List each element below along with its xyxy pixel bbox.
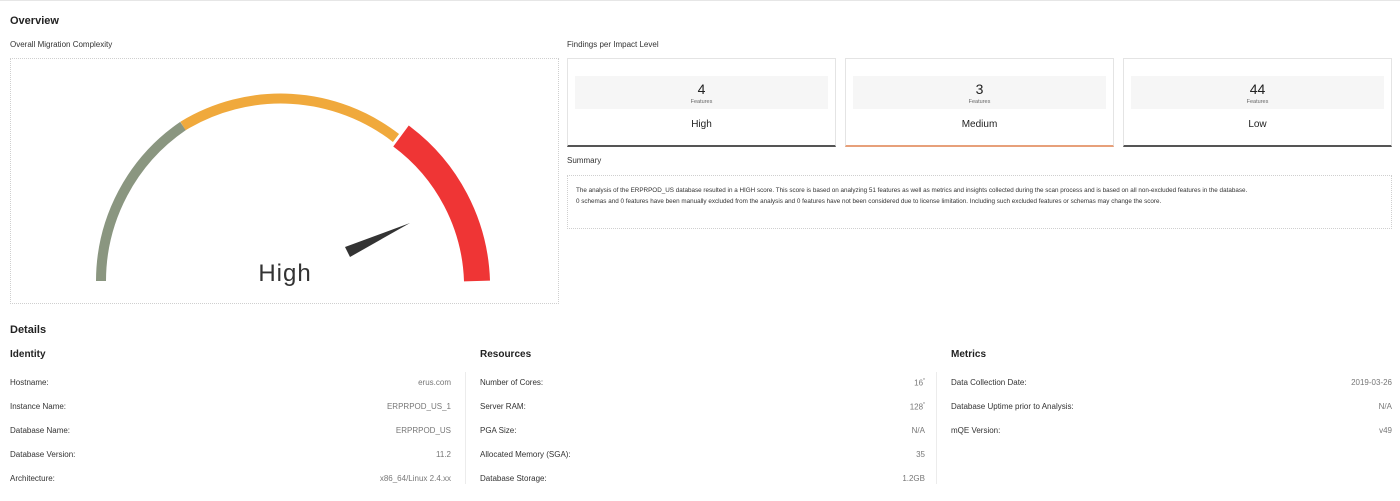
resources-key: Number of Cores: [480,378,544,387]
findings-level: High [691,119,712,130]
identity-value: ERPRPOD_US [395,426,451,435]
findings-count: 4 [697,81,706,97]
findings-unit: Features [968,99,991,105]
summary-line: 0 schemas and 0 features have been manua… [576,198,1162,205]
findings-card-medium: 3 Features Medium [845,58,1114,147]
resources-row: PGA Size: N/A [480,420,925,442]
column-divider [465,372,466,484]
footnote-mark: * [923,378,925,384]
findings-unit: Features [1246,99,1269,105]
identity-value: x86_64/Linux 2.4.xx [379,474,451,483]
findings-card-high: 4 Features High [567,58,836,147]
metrics-value: v49 [1379,426,1392,435]
metrics-row: mQE Version: v49 [951,420,1392,442]
footnote-mark: * [923,402,925,408]
metrics-value: N/A [1378,402,1392,411]
resources-heading: Resources [480,349,532,360]
identity-key: Database Version: [10,450,76,459]
gauge-arc-high [393,125,490,282]
findings-card-low: 44 Features Low [1123,58,1392,147]
identity-value: 11.2 [436,450,451,459]
summary-label: Summary [567,156,602,165]
identity-key: Instance Name: [10,402,67,411]
resources-row: Server RAM: 128* [480,396,925,418]
metrics-value: 2019-03-26 [1351,378,1392,387]
resources-key: Allocated Memory (SGA): [480,450,571,459]
gauge-needle [345,223,410,257]
resources-key: PGA Size: [480,426,517,435]
identity-heading: Identity [10,349,46,360]
summary-line: The analysis of the ERPRPOD_US database … [576,187,1248,194]
findings-count-box: 4 Features [575,76,828,109]
gauge-arc-low [96,121,186,282]
identity-key: Database Name: [10,426,71,435]
summary-box: The analysis of the ERPRPOD_US database … [567,175,1392,229]
resources-value: 128* [909,402,925,412]
complexity-gauge: High [10,58,559,304]
findings-count: 44 [1249,81,1266,97]
findings-count-box: 44 Features [1131,76,1384,109]
identity-key: Architecture: [10,474,55,483]
resources-value: 35 [916,450,925,459]
gauge-chart: High [96,93,490,287]
gauge-value-label: High [258,260,311,287]
gauge-arc-medium [180,93,400,142]
identity-key: Hostname: [10,378,49,387]
resources-row: Database Storage: 1.2GB [480,468,925,490]
metrics-heading: Metrics [951,349,987,360]
identity-row: Database Version: 11.2 [10,444,451,466]
findings-count: 3 [975,81,984,97]
overview-heading: Overview [10,15,59,27]
column-divider [936,372,937,484]
resources-value: N/A [911,426,925,435]
findings-unit: Features [690,99,713,105]
metrics-key: Data Collection Date: [951,378,1027,387]
resources-row: Allocated Memory (SGA): 35 [480,444,925,466]
identity-value: ERPRPOD_US_1 [386,402,451,411]
top-divider [0,0,1400,1]
identity-row: Database Name: ERPRPOD_US [10,420,451,442]
resources-key: Server RAM: [480,402,526,411]
complexity-label: Overall Migration Complexity [10,40,113,49]
resources-key: Database Storage: [480,474,547,483]
resources-row: Number of Cores: 16* [480,372,925,394]
findings-count-box: 3 Features [853,76,1106,109]
metrics-row: Data Collection Date: 2019-03-26 [951,372,1392,394]
details-heading: Details [10,324,47,336]
findings-level: Medium [961,119,998,130]
resources-value: 1.2GB [902,474,925,483]
metrics-key: mQE Version: [951,426,1001,435]
identity-value: erus.com [418,378,451,387]
resources-value: 16* [914,378,925,388]
findings-level: Low [1248,119,1267,130]
identity-row: Architecture: x86_64/Linux 2.4.xx [10,468,451,490]
metrics-row: Database Uptime prior to Analysis: N/A [951,396,1392,418]
metrics-key: Database Uptime prior to Analysis: [951,402,1074,411]
identity-row: Hostname: erus.com [10,372,451,394]
identity-row: Instance Name: ERPRPOD_US_1 [10,396,451,418]
findings-label: Findings per Impact Level [567,40,659,49]
